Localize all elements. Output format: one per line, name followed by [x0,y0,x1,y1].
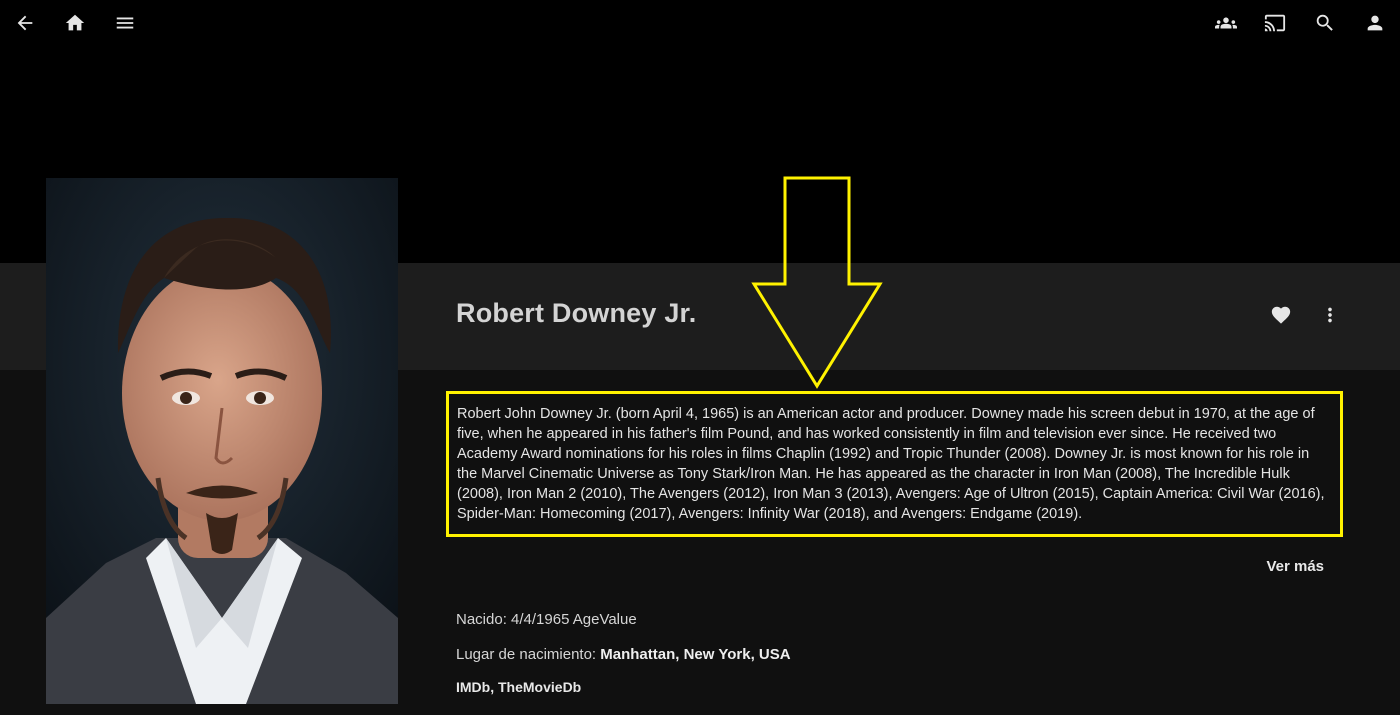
imdb-link[interactable]: IMDb [456,679,490,695]
themoviedb-link[interactable]: TheMovieDb [498,679,581,695]
arrow-back-icon [17,15,33,31]
birth-place-value[interactable]: Manhattan, New York, USA [600,646,790,663]
overview-highlight-box: Robert John Downey Jr. (born April 4, 19… [446,391,1343,537]
person-portrait [46,178,398,704]
back-button[interactable] [9,8,41,38]
person-name: Robert Downey Jr. [456,298,697,328]
link-separator: , [490,679,498,695]
user-menu-button[interactable] [1359,8,1391,38]
cast-button[interactable] [1259,8,1291,38]
cast-icon [1264,14,1286,32]
search-icon [1316,14,1333,31]
search-button[interactable] [1309,8,1341,38]
see-more-link[interactable]: Ver más [1266,558,1324,575]
birth-date-value: 4/4/1965 AgeValue [511,611,637,628]
menu-button[interactable] [109,8,141,38]
birth-place-label: Lugar de nacimiento: [456,646,597,663]
group-icon [1215,17,1237,29]
home-icon [65,14,85,31]
more-options-button[interactable] [1315,300,1345,330]
top-bar [0,0,1400,46]
more-vertical-icon [1328,307,1332,323]
birth-date-row: Nacido: 4/4/1965 AgeValue [456,611,637,628]
home-button[interactable] [59,8,91,38]
syncplay-button[interactable] [1210,8,1242,38]
hamburger-menu-icon [116,17,134,29]
favorite-button[interactable] [1266,300,1296,330]
heart-icon [1271,306,1291,324]
user-icon [1367,15,1383,31]
birth-place-row: Lugar de nacimiento: Manhattan, New York… [456,646,791,663]
external-links: IMDb, TheMovieDb [456,679,581,695]
person-overview: Robert John Downey Jr. (born April 4, 19… [457,406,1325,522]
birth-date-label: Nacido: [456,611,507,628]
